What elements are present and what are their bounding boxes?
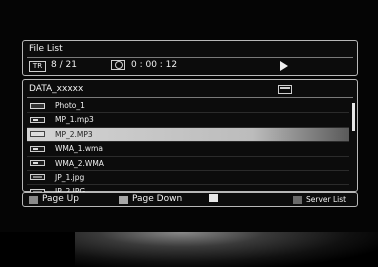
list-item[interactable]: WMA_2.WMA bbox=[27, 157, 349, 171]
page-down-button[interactable]: Page Down bbox=[119, 194, 182, 205]
file-list: DATA_xxxxx Photo_1 MP_1.mp3 MP_2.MP3 WMA… bbox=[22, 79, 358, 200]
audio-file-icon bbox=[30, 116, 45, 123]
tv-screen: File List TR 8 / 21 0 : 00 : 12 DATA_xxx… bbox=[0, 0, 378, 232]
folder-icon bbox=[30, 102, 45, 109]
page-down-label: Page Down bbox=[132, 194, 183, 204]
server-list-label: Server List bbox=[306, 195, 347, 204]
server-list-button[interactable]: Server List bbox=[293, 194, 346, 205]
header-panel: File List TR 8 / 21 0 : 00 : 12 bbox=[22, 40, 358, 76]
list-item[interactable]: MP_1.mp3 bbox=[27, 113, 349, 128]
page-up-label: Page Up bbox=[42, 194, 79, 204]
list-divider bbox=[27, 97, 353, 98]
file-name: WMA_2.WMA bbox=[55, 158, 104, 168]
audio-file-icon bbox=[30, 131, 45, 138]
color-key-bar: Page Up Page Down Server List bbox=[22, 192, 358, 207]
file-name: Photo_1 bbox=[55, 101, 85, 110]
file-list-panel: File List TR 8 / 21 0 : 00 : 12 DATA_xxx… bbox=[22, 40, 358, 208]
green-key-icon bbox=[119, 195, 128, 204]
file-name: MP_1.mp3 bbox=[55, 115, 94, 125]
blue-key-icon bbox=[293, 195, 302, 204]
file-name: MP_2.MP3 bbox=[55, 129, 93, 139]
panel-title: File List bbox=[29, 44, 63, 54]
red-key-icon bbox=[29, 195, 38, 204]
floor-shadow bbox=[0, 232, 75, 267]
list-item[interactable]: Photo_1 bbox=[27, 99, 349, 114]
yellow-key-icon bbox=[209, 194, 218, 202]
file-name: JP_1.jpg bbox=[55, 172, 85, 182]
clock-icon bbox=[111, 60, 125, 70]
scrollbar-thumb[interactable] bbox=[352, 103, 355, 131]
track-counter: 8 / 21 bbox=[51, 60, 77, 70]
file-name: WMA_1.wma bbox=[55, 144, 103, 154]
header-divider bbox=[27, 57, 353, 58]
track-badge: TR bbox=[29, 61, 46, 72]
scrollbar[interactable] bbox=[352, 100, 355, 190]
folder-name: DATA_xxxxx bbox=[29, 84, 84, 94]
list-item-selected[interactable]: MP_2.MP3 bbox=[27, 127, 349, 143]
file-rows: Photo_1 MP_1.mp3 MP_2.MP3 WMA_1.wma WMA_… bbox=[27, 99, 349, 200]
list-item[interactable]: WMA_1.wma bbox=[27, 142, 349, 157]
list-item[interactable]: JP_1.jpg bbox=[27, 171, 349, 186]
yellow-key-button[interactable] bbox=[209, 194, 218, 202]
play-icon bbox=[280, 61, 288, 71]
audio-file-icon bbox=[30, 160, 45, 167]
page-up-button[interactable]: Page Up bbox=[29, 194, 79, 205]
audio-file-icon bbox=[30, 145, 45, 152]
image-file-icon bbox=[30, 174, 45, 181]
elapsed-time: 0 : 00 : 12 bbox=[131, 60, 178, 70]
device-icon bbox=[278, 85, 292, 94]
